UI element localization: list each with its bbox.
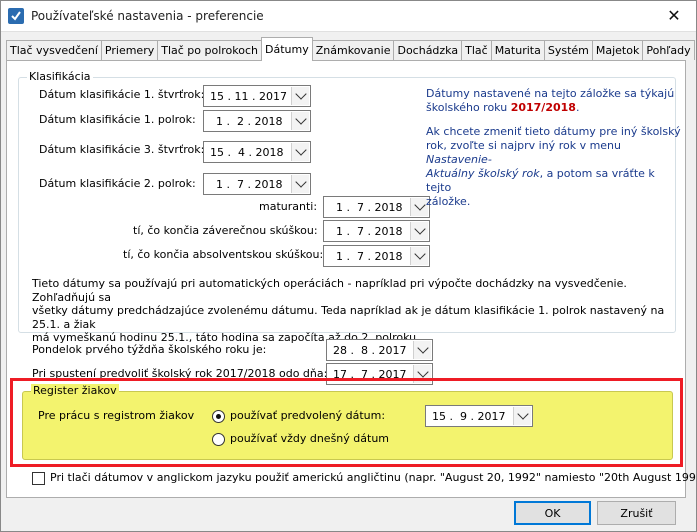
dates-usage-note: Tieto dátumy sa používajú pri automatick… <box>32 277 672 345</box>
tab-datumy[interactable]: Dátumy <box>261 37 313 61</box>
zaverecna-label: tí, čo končia záverečnou skúškou: <box>133 224 318 237</box>
chevron-down-icon <box>294 113 307 125</box>
american-date-checkbox[interactable] <box>32 472 45 485</box>
register-default-date-label[interactable]: používať predvolený dátum: <box>230 409 385 422</box>
h2-label: Dátum klasifikácie 2. polrok: <box>39 177 196 190</box>
register-today-label[interactable]: používať vždy dnešný dátum <box>230 432 389 445</box>
absolventska-label: tí, čo končia absolventskou skúškou: <box>123 248 324 261</box>
register-dropdown-button[interactable] <box>513 407 531 425</box>
window-title: Používateľské nastavenia - preferencie <box>31 9 264 23</box>
info-line-6: záložke. <box>426 195 471 208</box>
close-icon: ✕ <box>667 6 681 25</box>
h2-date-value: 1 . 7 . 2018 <box>216 177 283 191</box>
first-day-date-picker[interactable]: 28 . 8 . 2017 <box>326 339 433 361</box>
h1-dropdown-button[interactable] <box>291 112 309 130</box>
q3-date-value: 15 . 4 . 2018 <box>210 145 284 159</box>
info-school-year: 2017/2018 <box>510 101 576 114</box>
q3-dropdown-button[interactable] <box>291 143 309 161</box>
chevron-down-icon <box>294 88 307 100</box>
register-today-radio[interactable] <box>212 433 225 446</box>
ok-button[interactable]: OK <box>514 501 591 525</box>
tab-priemery[interactable]: Priemery <box>100 40 159 60</box>
chevron-down-icon <box>516 408 529 420</box>
info-menu-path-2: Aktuálny školský rok <box>426 167 540 180</box>
tab-strip: Tlač vysvedčení Priemery Tlač po polroko… <box>6 37 695 61</box>
h2-dropdown-button[interactable] <box>291 175 309 193</box>
chevron-down-icon <box>294 144 307 156</box>
chevron-down-icon <box>416 366 429 378</box>
info-menu-path-1: Nastavenie- <box>426 153 492 166</box>
cancel-button[interactable]: Zrušiť <box>597 501 676 525</box>
tab-tlac-vysvedceni[interactable]: Tlač vysvedčení <box>6 40 102 60</box>
register-date-value: 15 . 9 . 2017 <box>432 409 506 423</box>
chevron-down-icon <box>416 342 429 354</box>
register-date-picker[interactable]: 15 . 9 . 2017 <box>425 405 533 427</box>
zaverecna-date-value: 1 . 7 . 2018 <box>336 224 403 238</box>
tab-pohlady[interactable]: Pohľady <box>642 40 695 60</box>
school-year-info: Dátumy nastavené na tejto záložke sa týk… <box>426 87 676 115</box>
tab-znamkovanie[interactable]: Známkovanie <box>311 40 395 60</box>
first-day-label: Pondelok prvého týždňa školského roku je… <box>32 343 267 356</box>
h1-date-value: 1 . 2 . 2018 <box>216 114 283 128</box>
chevron-down-icon <box>413 248 426 260</box>
q3-date-picker[interactable]: 15 . 4 . 2018 <box>203 141 311 163</box>
chevron-down-icon <box>413 199 426 211</box>
maturanti-date-picker[interactable]: 1 . 7 . 2018 <box>323 196 430 218</box>
note-line-1: Tieto dátumy sa používajú pri automatick… <box>32 277 627 304</box>
tab-tlac-po-polrokoch[interactable]: Tlač po polrokoch <box>157 40 263 60</box>
absolventska-date-value: 1 . 7 . 2018 <box>336 249 403 263</box>
info-line-1: Dátumy nastavené na tejto záložke sa týk… <box>426 87 675 100</box>
tab-tlac[interactable]: Tlač <box>461 40 492 60</box>
american-date-label[interactable]: Pri tlači dátumov v anglickom jazyku pou… <box>50 471 697 484</box>
info-line-2: školského roku <box>426 101 511 114</box>
q3-label: Dátum klasifikácie 3. štvrťrok: <box>39 143 205 156</box>
absolventska-date-picker[interactable]: 1 . 7 . 2018 <box>323 245 430 267</box>
info-line-2-end: . <box>575 101 580 114</box>
maturanti-label: maturanti: <box>259 200 318 213</box>
info-line-3: Ak chcete zmeniť tieto dátumy pre iný šk… <box>426 125 681 138</box>
h1-date-picker[interactable]: 1 . 2 . 2018 <box>203 110 311 132</box>
q1-date-picker[interactable]: 15 . 11 . 2017 <box>203 85 311 107</box>
tab-majetok[interactable]: Majetok <box>591 40 644 60</box>
tab-system[interactable]: Systém <box>543 40 593 60</box>
q1-label: Dátum klasifikácie 1. štvrťrok: <box>39 88 205 101</box>
register-default-date-radio[interactable] <box>212 410 225 423</box>
tab-dochadzka[interactable]: Dochádzka <box>393 40 463 60</box>
register-label: Pre prácu s registrom žiakov <box>38 409 195 422</box>
maturanti-date-value: 1 . 7 . 2018 <box>336 200 403 214</box>
absolventska-dropdown-button[interactable] <box>410 247 428 265</box>
change-year-info: Ak chcete zmeniť tieto dátumy pre iný šk… <box>426 125 681 209</box>
q1-dropdown-button[interactable] <box>291 87 309 105</box>
close-window-button[interactable]: ✕ <box>651 0 697 31</box>
app-logo-icon <box>8 8 24 24</box>
zaverecna-date-picker[interactable]: 1 . 7 . 2018 <box>323 220 430 242</box>
tab-maturita[interactable]: Maturita <box>490 40 545 60</box>
highlight-frame <box>10 378 683 467</box>
chevron-down-icon <box>413 223 426 235</box>
first-day-dropdown-button[interactable] <box>413 341 431 359</box>
first-day-date-value: 28 . 8 . 2017 <box>333 343 407 357</box>
q1-date-value: 15 . 11 . 2017 <box>210 89 287 103</box>
zaverecna-dropdown-button[interactable] <box>410 222 428 240</box>
h1-label: Dátum klasifikácie 1. polrok: <box>39 113 196 126</box>
klasifikacia-title: Klasifikácia <box>27 70 93 83</box>
h2-date-picker[interactable]: 1 . 7 . 2018 <box>203 173 311 195</box>
info-line-4: rok, zvoľte si najprv iný rok v menu <box>426 139 621 152</box>
chevron-down-icon <box>294 176 307 188</box>
note-line-2: všetky dátumy predchádzajúce zvolenému d… <box>32 304 665 331</box>
